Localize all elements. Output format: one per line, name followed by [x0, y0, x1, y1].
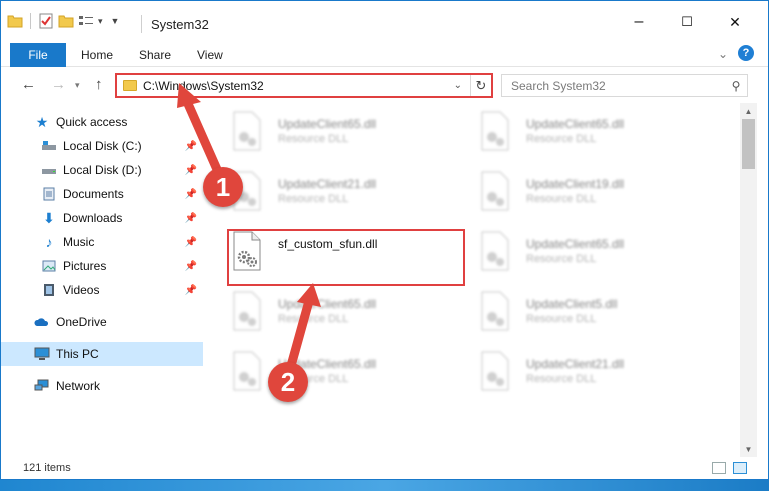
annotation-badge-2: 2 — [268, 362, 308, 402]
file-explorer-window: ▾ ▼ System32 – ☐ ✕ File Home Share View … — [0, 0, 769, 480]
desktop-background — [0, 480, 769, 491]
annotation-arrows — [177, 83, 321, 378]
annotation-badge-1: 1 — [203, 167, 243, 207]
